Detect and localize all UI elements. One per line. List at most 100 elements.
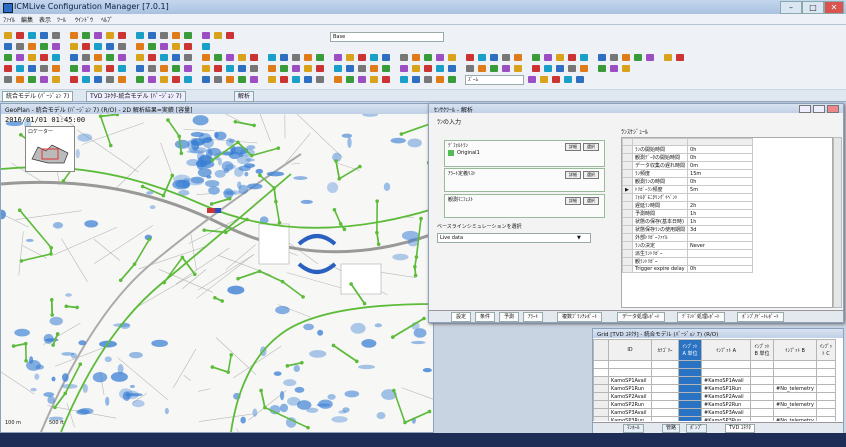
grid-cell[interactable] xyxy=(678,376,702,385)
toolbar-button-icon[interactable] xyxy=(316,65,324,72)
toolbar-button-icon[interactable] xyxy=(268,76,276,83)
schedule-grid[interactable]: ﾗﾝの開始時間 0h 観測ﾃﾞｰﾀの開始時間 0h データ収集の遅れ時間 0m ﾗﾝ頻度 15… xyxy=(621,137,833,308)
grid-cell[interactable] xyxy=(750,392,774,401)
toolbar-button-icon[interactable] xyxy=(40,54,48,61)
grid-cell[interactable]: #No_telemetry xyxy=(773,416,817,421)
schedule-field-value[interactable]: 0m xyxy=(687,161,754,170)
grid-cell[interactable] xyxy=(750,408,774,417)
toolbar-button-icon[interactable] xyxy=(424,54,432,61)
toolbar-button-icon[interactable] xyxy=(148,54,156,61)
grid-cell[interactable] xyxy=(773,392,817,401)
toolbar-button-icon[interactable] xyxy=(568,54,576,61)
toolbar-button-icon[interactable] xyxy=(400,54,408,61)
toolbar-button-icon[interactable] xyxy=(202,76,210,83)
observed-manifest-detail-button[interactable]: 詳細 xyxy=(565,197,581,205)
grid-cell[interactable] xyxy=(651,376,679,385)
toolbar-button-icon[interactable] xyxy=(358,65,366,72)
toolbar-button-icon[interactable] xyxy=(250,54,258,61)
grid-cell[interactable] xyxy=(815,376,836,385)
toolbar-button-icon[interactable] xyxy=(424,76,432,83)
grid-body[interactable]: ID ｶﾃｺﾞﾘｰ ｲﾝﾌﾟｯﾄ A 単位 ｲﾝﾌﾟｯﾄ A ｲﾝﾌﾟｯﾄ B 単位 ｲﾝ… xyxy=(593,339,843,421)
toolbar-button-icon[interactable] xyxy=(160,54,168,61)
toolbar-button-icon[interactable] xyxy=(466,54,474,61)
toolbar-button-icon[interactable] xyxy=(598,65,606,72)
toolbar-button-icon[interactable] xyxy=(490,54,498,61)
toolbar-button-icon[interactable] xyxy=(346,54,354,61)
toolbar-button-icon[interactable] xyxy=(514,65,522,72)
alert-list-detail-button[interactable]: 詳細 xyxy=(565,171,581,179)
toolbar-button-icon[interactable] xyxy=(4,65,12,72)
toolbar-button-icon[interactable] xyxy=(82,65,90,72)
schedule-field-value[interactable]: 0h xyxy=(687,177,754,186)
toolbar-button-icon[interactable] xyxy=(382,76,390,83)
menu-view[interactable]: 表示 xyxy=(39,15,51,24)
schedule-field-value[interactable]: 15m xyxy=(687,169,754,178)
toolbar-button-icon[interactable] xyxy=(106,65,114,72)
schedule-field-value[interactable]: 3d xyxy=(687,225,754,234)
schedule-row[interactable]: 予測時間 1h xyxy=(622,209,754,218)
toolbar-button-icon[interactable] xyxy=(148,32,156,39)
observed-manifest-select-button[interactable]: 選択 xyxy=(583,197,599,205)
table-row[interactable]: KamoSP3Run #KamoSP3Run #No_telemetry xyxy=(593,416,836,421)
toolbar-button-icon[interactable] xyxy=(118,76,126,83)
toolbar-button-icon[interactable] xyxy=(400,76,408,83)
chevron-down-icon[interactable]: ▼ xyxy=(577,235,581,241)
toolbar-button-icon[interactable] xyxy=(16,65,24,72)
toolbar-button-icon[interactable] xyxy=(250,65,258,72)
toolbar-button-icon[interactable] xyxy=(358,76,366,83)
toolbar-button-icon[interactable] xyxy=(646,54,654,61)
toolbar-button-icon[interactable] xyxy=(532,65,540,72)
toolbar-button-icon[interactable] xyxy=(544,65,552,72)
grid-column-header[interactable]: ｲﾝﾌﾟｯﾄ B xyxy=(773,339,817,361)
grid-cell[interactable]: KamoSP1Avail xyxy=(608,376,652,385)
schedule-field-value[interactable]: 1h xyxy=(687,217,754,226)
grid-cell[interactable] xyxy=(773,376,817,385)
toolbar-button-icon[interactable] xyxy=(52,76,60,83)
toolbar-button-icon[interactable] xyxy=(4,76,12,83)
toolbar-button-icon[interactable] xyxy=(610,54,618,61)
toolbar-button-icon[interactable] xyxy=(532,54,540,61)
grid-column-header[interactable]: ID xyxy=(608,339,652,361)
toolbar-button-icon[interactable] xyxy=(622,65,630,72)
schedule-field-value[interactable]: 5m xyxy=(687,185,754,194)
toolbar-button-icon[interactable] xyxy=(118,32,126,39)
toolbar-button-icon[interactable] xyxy=(334,54,342,61)
toolbar-button-icon[interactable] xyxy=(382,54,390,61)
toolbar-button-icon[interactable] xyxy=(268,54,276,61)
toolbar-button-icon[interactable] xyxy=(370,76,378,83)
toolbar-button-icon[interactable] xyxy=(28,54,36,61)
toolbar-button-icon[interactable] xyxy=(334,76,342,83)
toolbar-button-icon[interactable] xyxy=(160,76,168,83)
default-run-detail-button[interactable]: 詳細 xyxy=(565,143,581,151)
toolbar-button-icon[interactable] xyxy=(304,76,312,83)
toolbar-button-icon[interactable] xyxy=(160,43,168,50)
grid-cell[interactable]: KamoSP1Run xyxy=(608,384,652,393)
grid-column-header[interactable]: ｶﾃｺﾞﾘｰ xyxy=(651,339,679,361)
toolbar-button-icon[interactable] xyxy=(16,76,24,83)
toolbar-button-icon[interactable] xyxy=(28,43,36,50)
grid-cell[interactable] xyxy=(815,392,836,401)
toolbar-button-icon[interactable] xyxy=(238,76,246,83)
schedule-row[interactable]: 観測ﾃﾞｰﾀの開始時間 0h xyxy=(622,153,754,162)
toolbar-button-icon[interactable] xyxy=(268,65,276,72)
toolbar-button-icon[interactable] xyxy=(82,54,90,61)
toolbar-button-icon[interactable] xyxy=(226,76,234,83)
toolbar-button-icon[interactable] xyxy=(370,54,378,61)
zoom-select[interactable]: ｽﾞｰﾑ xyxy=(465,75,524,85)
toolbar-button-icon[interactable] xyxy=(202,65,210,72)
toolbar-button-icon[interactable] xyxy=(544,54,552,61)
grid-cell[interactable] xyxy=(651,400,679,409)
toolbar-button-icon[interactable] xyxy=(106,76,114,83)
toolbar-button-icon[interactable] xyxy=(52,54,60,61)
toolbar-button-icon[interactable] xyxy=(160,65,168,72)
schedule-scrollbar[interactable] xyxy=(833,137,842,308)
toolbar-button-icon[interactable] xyxy=(280,65,288,72)
schedule-row[interactable]: ﾗﾝの開始時間 0h xyxy=(622,145,754,154)
grid-cell[interactable] xyxy=(678,408,702,417)
toolbar-button-icon[interactable] xyxy=(118,65,126,72)
close-button[interactable]: ✕ xyxy=(824,1,844,14)
toolbar-button-icon[interactable] xyxy=(304,65,312,72)
schedule-row[interactable]: ﾗﾝの決定 Never xyxy=(622,241,754,250)
toolbar-button-icon[interactable] xyxy=(94,76,102,83)
schedule-field-value[interactable]: Never xyxy=(687,241,754,250)
